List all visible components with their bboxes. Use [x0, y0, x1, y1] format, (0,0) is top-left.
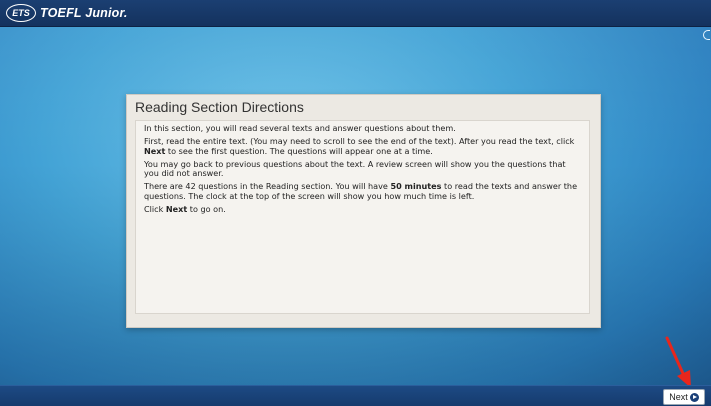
paragraph-3: You may go back to previous questions ab… — [144, 158, 566, 179]
circle-arrow-right-icon — [689, 392, 699, 402]
paragraph-4: There are 42 questions in the Reading se… — [144, 181, 578, 201]
desktop-background: ETS TOEFL Junior. Reading Section Direct… — [0, 0, 711, 406]
footer-bar: Next — [0, 385, 711, 406]
edge-partial-icon — [703, 30, 710, 40]
directions-text: In this section, you will read several t… — [135, 120, 590, 314]
panel-title: Reading Section Directions — [135, 99, 304, 115]
paragraph-1: In this section, you will read several t… — [144, 123, 456, 133]
directions-panel: Reading Section Directions In this secti… — [126, 94, 601, 328]
logo: ETS TOEFL Junior. — [6, 3, 128, 23]
paragraph-2: First, read the entire text. (You may ne… — [144, 136, 575, 156]
paragraph-5: Click Next to go on. — [144, 204, 226, 215]
next-label: Next — [669, 392, 688, 402]
red-arrow-annotation-icon — [665, 336, 691, 388]
ets-logo-icon: ETS — [6, 4, 36, 22]
product-name: TOEFL Junior. — [40, 6, 128, 20]
next-button[interactable]: Next — [663, 389, 705, 405]
header-bar: ETS TOEFL Junior. — [0, 0, 711, 27]
